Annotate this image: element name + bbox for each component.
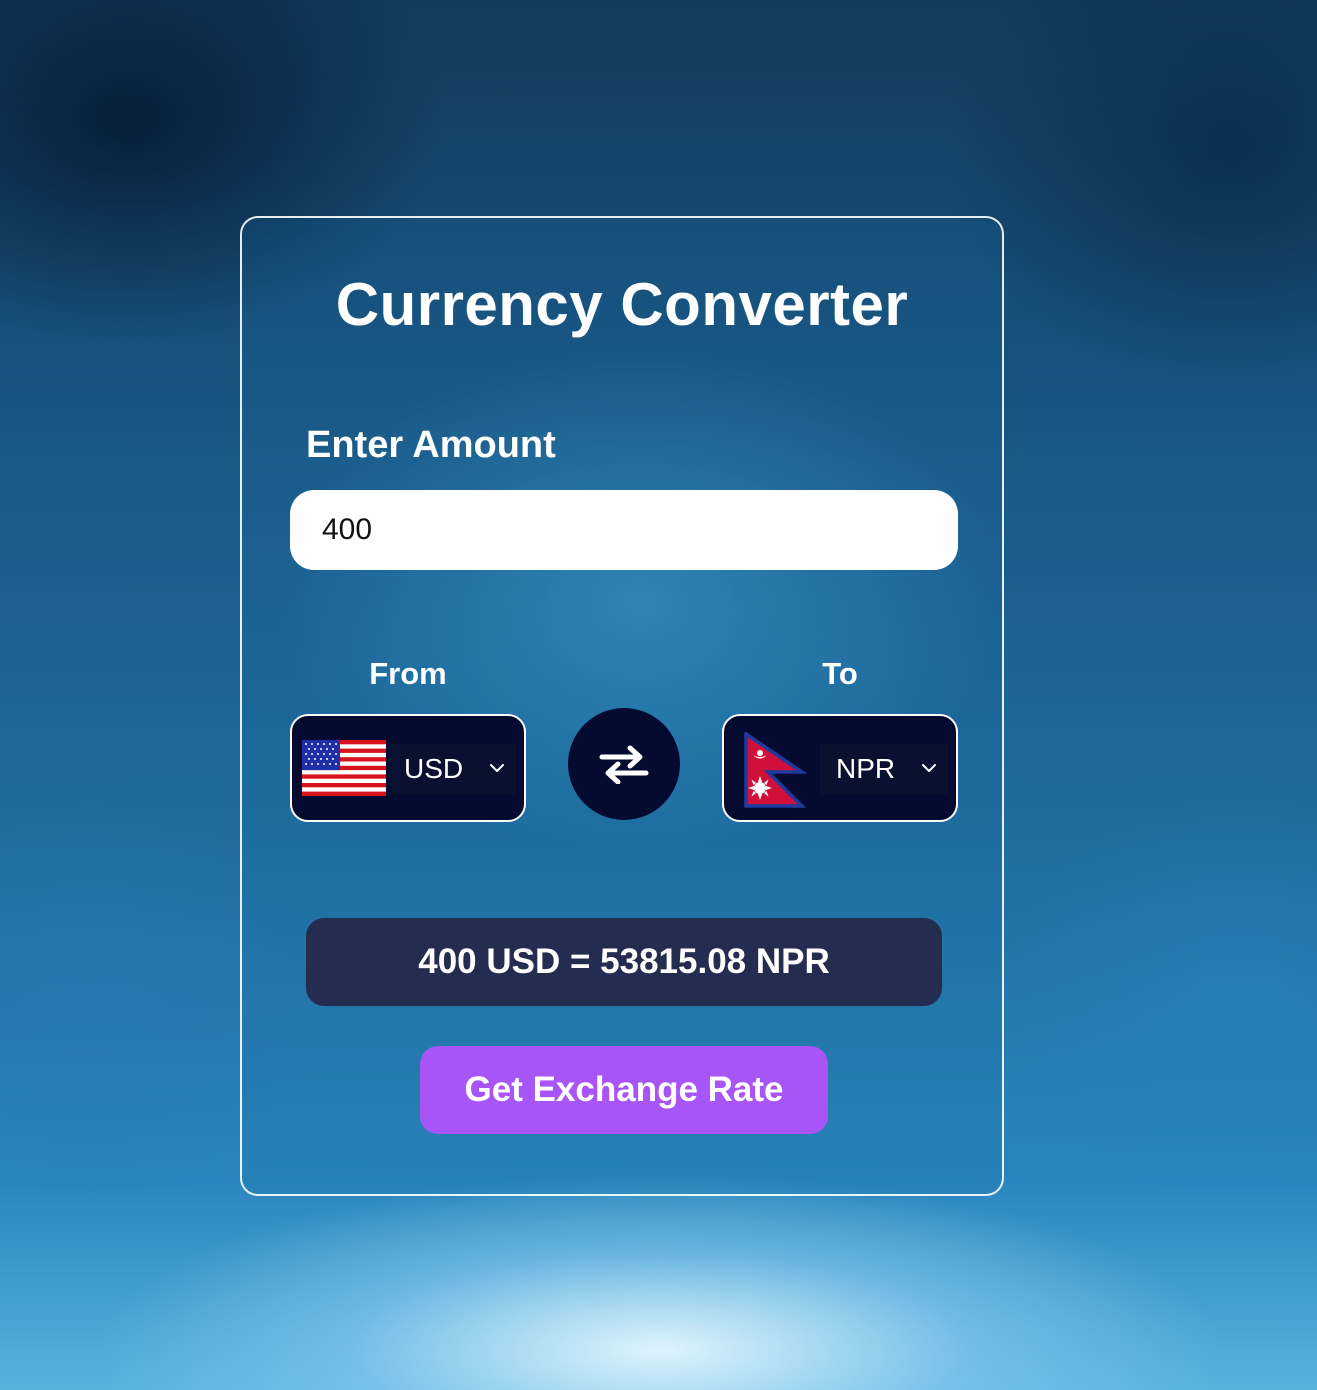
chevron-down-icon xyxy=(490,764,504,772)
result-display: 400 USD = 53815.08 NPR xyxy=(306,918,942,1006)
to-currency-box: NPR xyxy=(722,714,958,822)
to-currency-select[interactable]: NPR xyxy=(820,744,948,794)
amount-input[interactable] xyxy=(290,490,958,570)
from-label: From xyxy=(369,656,447,691)
get-exchange-rate-button[interactable]: Get Exchange Rate xyxy=(420,1046,828,1134)
from-currency-box: USD xyxy=(290,714,526,822)
swap-arrows-icon xyxy=(599,745,649,784)
nepal-flag-icon xyxy=(744,732,806,808)
amount-label: Enter Amount xyxy=(306,424,556,466)
from-currency-value: USD xyxy=(404,753,464,784)
from-currency-select[interactable]: USD xyxy=(390,744,516,794)
to-label: To xyxy=(822,656,858,691)
converter-card: Currency Converter Enter Amount From To … xyxy=(240,216,1004,1196)
us-flag-icon xyxy=(302,740,386,796)
page-title: Currency Converter xyxy=(335,271,909,338)
chevron-down-icon xyxy=(922,764,936,772)
swap-button[interactable] xyxy=(568,708,680,820)
to-currency-value: NPR xyxy=(836,753,896,784)
